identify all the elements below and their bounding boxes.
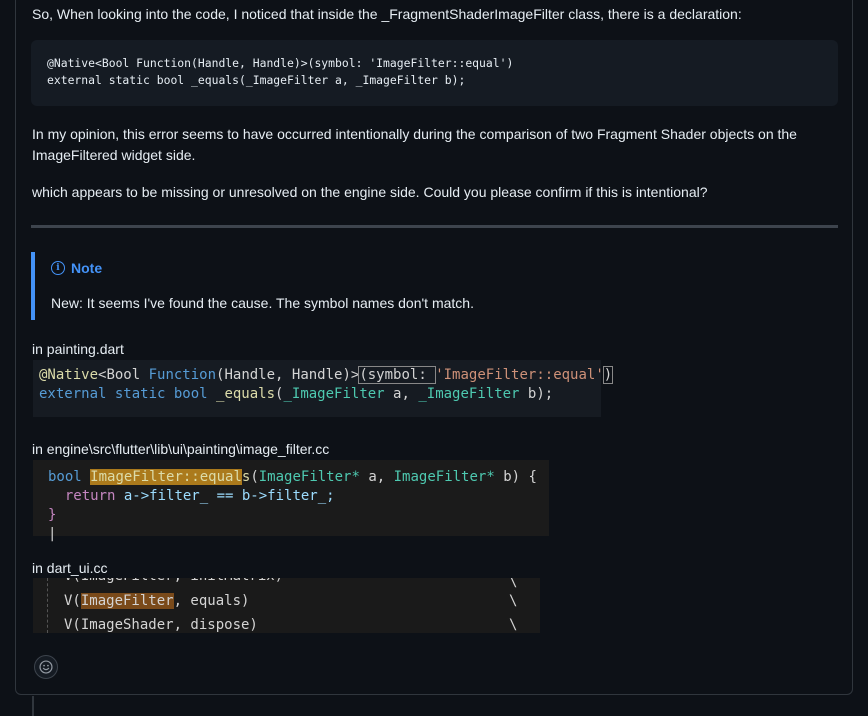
- smiley-icon: [39, 660, 53, 674]
- note-body: New: It seems I've found the cause. The …: [51, 295, 474, 311]
- add-reaction-button[interactable]: [34, 655, 58, 679]
- label-dart-ui-cc: in dart_ui.cc: [32, 560, 108, 576]
- indent-guide: [47, 578, 49, 633]
- line-continuation: \: [509, 593, 518, 609]
- screenshot-image-filter-cc[interactable]: bool ImageFilter::equals(ImageFilter* a,…: [33, 460, 549, 542]
- paragraph-opinion: In my opinion, this error seems to have …: [32, 126, 797, 163]
- screenshot-dart-ui-cc[interactable]: V(ImageFilter, initMatrix) V(ImageFilter…: [33, 578, 540, 633]
- code-line: V(ImageFilter, initMatrix): [64, 578, 283, 586]
- code-block[interactable]: @Native<Bool Function(Handle, Handle)>(s…: [31, 40, 838, 106]
- info-icon: i: [51, 261, 65, 275]
- code-line-2: external static bool _equals(_ImageFilte…: [47, 73, 466, 87]
- code-line: return a->filter_ == b->filter_;: [64, 488, 335, 504]
- screenshot-painting-dart[interactable]: @Native<Bool Function(Handle, Handle)>(s…: [33, 360, 614, 417]
- code-line: bool ImageFilter::equals(ImageFilter* a,…: [48, 469, 537, 485]
- timeline-line: [32, 696, 34, 716]
- code-line: external static bool _equals(_ImageFilte…: [39, 386, 554, 402]
- line-continuation: \: [509, 617, 518, 633]
- code-line: V(ImageFilter, equals): [64, 593, 250, 609]
- paragraph-question: which appears to be missing or unresolve…: [32, 184, 708, 200]
- label-image-filter-cc: in engine\src\flutter\lib\ui\painting\im…: [32, 441, 330, 457]
- text-cursor: |: [48, 526, 57, 542]
- label-painting-dart: in painting.dart: [32, 341, 124, 357]
- paragraph-intro: So, When looking into the code, I notice…: [32, 6, 742, 22]
- code-line: }: [48, 507, 57, 523]
- line-continuation: \: [509, 578, 518, 590]
- code-line: @Native<Bool Function(Handle, Handle)>(s…: [39, 366, 614, 384]
- note-title: i Note: [51, 260, 102, 276]
- code-line-1: @Native<Bool Function(Handle, Handle)>(s…: [47, 56, 514, 70]
- note-callout: i Note New: It seems I've found the caus…: [31, 252, 838, 320]
- code-line: V(ImageShader, dispose): [64, 617, 258, 633]
- horizontal-rule: [31, 225, 838, 228]
